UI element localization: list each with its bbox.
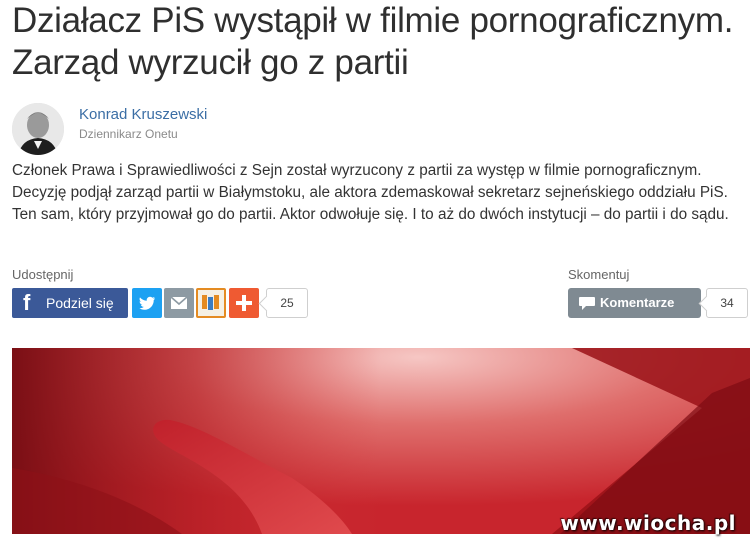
article-title: Działacz PiS wystąpił w filmie pornograf… (12, 1, 734, 82)
more-share-button[interactable] (229, 288, 259, 318)
author-avatar[interactable] (12, 103, 64, 155)
plus-icon (236, 295, 252, 311)
twitter-share-button[interactable] (132, 288, 162, 318)
email-share-button[interactable] (164, 288, 194, 318)
mail-icon (170, 296, 188, 309)
article-photo (12, 348, 750, 534)
watermark: www.wiocha.pl (560, 511, 736, 535)
author-block: Konrad Kruszewski Dziennikarz Onetu (12, 103, 412, 157)
facebook-icon: f (23, 290, 31, 315)
author-name-link[interactable]: Konrad Kruszewski (79, 106, 207, 123)
facebook-share-button[interactable]: f Podziel się (12, 288, 128, 318)
author-role: Dziennikarz Onetu (79, 127, 178, 141)
share-count-badge: 25 (266, 288, 308, 318)
share-label: Udostępnij (12, 267, 74, 282)
comments-button[interactable]: Komentarze (568, 288, 701, 318)
wykop-share-button[interactable] (196, 288, 226, 318)
comment-label: Skomentuj (568, 267, 630, 282)
speech-bubble-icon (579, 297, 595, 310)
wykop-icon (202, 295, 219, 310)
comment-count-badge: 34 (706, 288, 748, 318)
article-lead: Członek Prawa i Sprawiedliwości z Sejn z… (12, 162, 729, 223)
facebook-share-label: Podziel się (46, 295, 114, 311)
comments-button-label: Komentarze (600, 295, 675, 310)
twitter-icon (139, 296, 155, 310)
